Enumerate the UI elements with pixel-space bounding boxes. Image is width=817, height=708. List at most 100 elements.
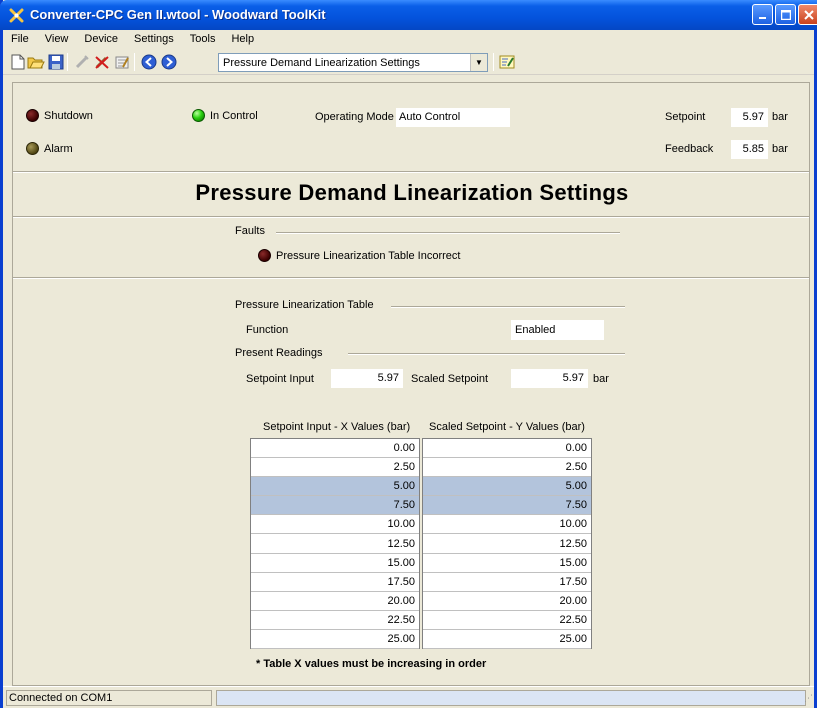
- setpoint-label: Setpoint: [665, 111, 706, 123]
- y-value-cell[interactable]: 10.00: [423, 515, 591, 535]
- shutdown-led-icon: [26, 109, 39, 122]
- new-button[interactable]: [9, 53, 27, 71]
- close-button[interactable]: [798, 4, 817, 25]
- y-value-cell[interactable]: 12.50: [423, 535, 591, 554]
- back-icon: [141, 54, 157, 70]
- minimize-button[interactable]: [752, 4, 773, 25]
- title-divider: [13, 216, 809, 218]
- x-value-cell[interactable]: 25.00: [251, 630, 419, 650]
- scaled-setpoint-unit: bar: [593, 373, 609, 385]
- menu-help[interactable]: Help: [223, 30, 262, 49]
- properties-button[interactable]: [113, 53, 131, 71]
- save-icon: [48, 54, 64, 70]
- menu-device[interactable]: Device: [76, 30, 126, 49]
- x-value-cell[interactable]: 12.50: [251, 535, 419, 554]
- table-note: * Table X values must be increasing in o…: [256, 658, 487, 670]
- x-value-cell[interactable]: 17.50: [251, 573, 419, 592]
- properties-icon: [115, 56, 129, 69]
- y-value-cell[interactable]: 2.50: [423, 458, 591, 478]
- alarm-led-icon: [26, 142, 39, 155]
- present-readings-line: [348, 353, 625, 355]
- y-value-cell[interactable]: 17.50: [423, 573, 591, 592]
- header-divider: [13, 171, 809, 173]
- disconnect-button[interactable]: [93, 53, 111, 71]
- fault-led-icon: [258, 249, 271, 262]
- menu-view[interactable]: View: [37, 30, 77, 49]
- new-icon: [11, 54, 25, 70]
- scaled-setpoint-label: Scaled Setpoint: [411, 373, 489, 385]
- status-progress-area: [217, 691, 805, 705]
- x-value-cell[interactable]: 5.00: [251, 477, 419, 497]
- window-title: Converter-CPC Gen II.wtool - Woodward To…: [30, 7, 326, 22]
- x-value-cell[interactable]: 10.00: [251, 515, 419, 535]
- close-icon: [804, 9, 814, 20]
- y-value-cell[interactable]: 0.00: [423, 439, 591, 459]
- connect-icon: [75, 55, 89, 69]
- faults-divider: [13, 277, 809, 279]
- x-value-cell[interactable]: 15.00: [251, 554, 419, 573]
- faults-group-line: [276, 232, 620, 234]
- page-selector-dropdown[interactable]: Pressure Demand Linearization Settings ▼: [218, 53, 488, 72]
- settings-editor-icon: [499, 55, 515, 69]
- x-value-cell[interactable]: 7.50: [251, 496, 419, 516]
- toolbar: Pressure Demand Linearization Settings ▼: [3, 49, 814, 75]
- open-icon: [27, 57, 45, 69]
- menu-settings[interactable]: Settings: [126, 30, 182, 49]
- toolbar-separator: [134, 53, 135, 71]
- function-value: Enabled: [511, 320, 604, 340]
- fault-item-label: Pressure Linearization Table Incorrect: [276, 250, 461, 262]
- woodward-logo-icon: [9, 8, 24, 23]
- y-values-header: Scaled Setpoint - Y Values (bar): [429, 421, 585, 433]
- forward-icon: [161, 54, 177, 70]
- faults-group-label: Faults: [235, 225, 265, 237]
- y-values-table: 0.00 2.50 5.00 7.50 10.00 12.50 15.00 17.50 20.0…: [422, 438, 592, 650]
- title-bar[interactable]: Converter-CPC Gen II.wtool - Woodward To…: [0, 0, 817, 30]
- x-value-cell[interactable]: 20.00: [251, 592, 419, 611]
- table-group-line: [391, 306, 625, 308]
- in-control-led-icon: [192, 109, 205, 122]
- in-control-label: In Control: [210, 110, 258, 122]
- function-label: Function: [246, 324, 289, 336]
- x-values-header: Setpoint Input - X Values (bar): [263, 421, 411, 433]
- shutdown-label: Shutdown: [44, 110, 93, 122]
- y-value-cell[interactable]: 25.00: [423, 630, 591, 650]
- x-value-cell[interactable]: 22.50: [251, 611, 419, 630]
- feedback-unit: bar: [772, 143, 788, 155]
- alarm-label: Alarm: [44, 143, 73, 155]
- menu-file[interactable]: File: [3, 30, 37, 49]
- scaled-setpoint-value: 5.97: [511, 369, 588, 388]
- resize-grip-icon[interactable]: ⋰: [804, 693, 813, 705]
- maximize-button[interactable]: [775, 4, 796, 25]
- setpoint-input-value: 5.97: [331, 369, 403, 388]
- x-value-cell[interactable]: 2.50: [251, 458, 419, 478]
- y-value-cell[interactable]: 5.00: [423, 477, 591, 497]
- y-value-cell[interactable]: 7.50: [423, 496, 591, 516]
- dropdown-arrow-icon[interactable]: ▼: [470, 54, 487, 71]
- feedback-label: Feedback: [665, 143, 714, 155]
- connection-status: Connected on COM1: [6, 690, 212, 706]
- table-group-label: Pressure Linearization Table: [235, 299, 374, 311]
- toolbar-separator: [67, 53, 68, 71]
- y-value-cell[interactable]: 22.50: [423, 611, 591, 630]
- toolbar-separator: [493, 53, 494, 71]
- menu-bar: File View Device Settings Tools Help: [3, 30, 814, 49]
- x-values-table: 0.00 2.50 5.00 7.50 10.00 12.50 15.00 17.50 20.0…: [250, 438, 420, 650]
- page-title: Pressure Demand Linearization Settings: [195, 180, 629, 205]
- menu-tools[interactable]: Tools: [182, 30, 224, 49]
- forward-button[interactable]: [160, 53, 178, 71]
- save-button[interactable]: [47, 53, 65, 71]
- settings-editor-button[interactable]: [498, 53, 516, 71]
- operating-mode-label: Operating Mode: [315, 111, 394, 123]
- feedback-value: 5.85: [731, 140, 768, 159]
- x-value-cell[interactable]: 0.00: [251, 439, 419, 459]
- back-button[interactable]: [140, 53, 158, 71]
- disconnect-icon: [95, 56, 109, 69]
- open-button[interactable]: [27, 53, 45, 71]
- connect-button[interactable]: [73, 53, 91, 71]
- y-value-cell[interactable]: 15.00: [423, 554, 591, 573]
- operating-mode-value: Auto Control: [396, 108, 510, 127]
- y-value-cell[interactable]: 20.00: [423, 592, 591, 611]
- setpoint-unit: bar: [772, 111, 788, 123]
- minimize-icon: [758, 16, 766, 19]
- page-selector-value: Pressure Demand Linearization Settings: [223, 57, 420, 69]
